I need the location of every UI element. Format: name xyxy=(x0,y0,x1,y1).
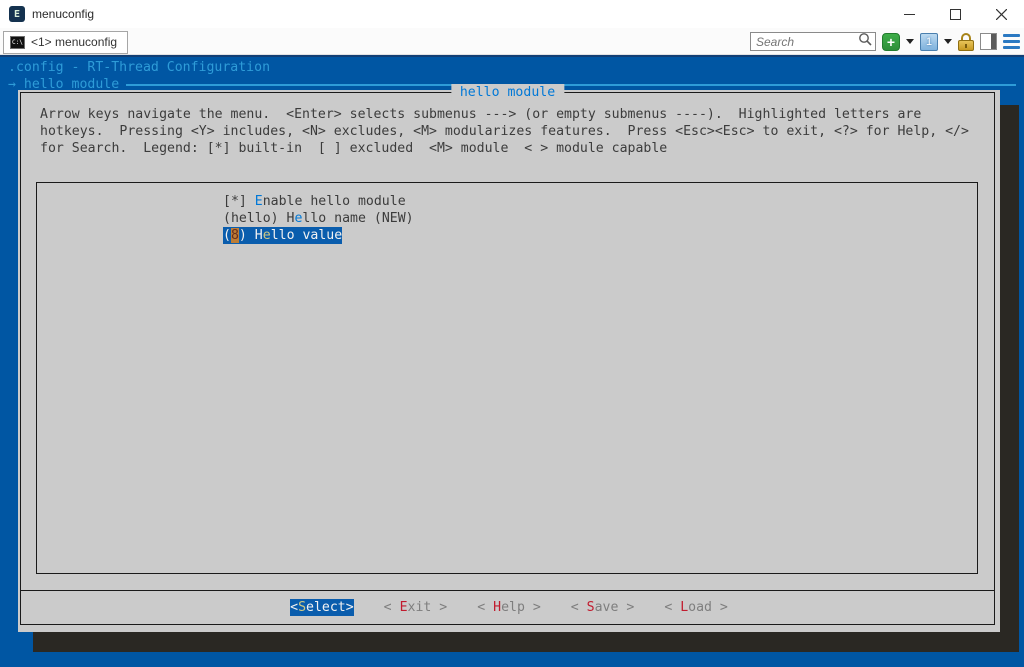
dialog-shadow xyxy=(33,632,1019,652)
chevron-down-icon xyxy=(944,39,952,44)
breadcrumb-rule xyxy=(126,84,1016,86)
item-prefix: [*] xyxy=(223,194,255,209)
window-controls xyxy=(886,0,1024,28)
instructions-line: Arrow keys navigate the menu. <Enter> se… xyxy=(40,106,969,123)
dialog-title: hello module xyxy=(451,84,564,101)
new-console-button[interactable]: + xyxy=(882,32,900,52)
item-text: llo value xyxy=(271,228,342,243)
item-text: nable hello module xyxy=(263,194,406,209)
window-titlebar: E menuconfig xyxy=(0,0,1024,28)
dialog-instructions: Arrow keys navigate the menu. <Enter> se… xyxy=(40,106,969,157)
lock-icon xyxy=(958,33,974,51)
menuconfig-dialog: hello module Arrow keys navigate the men… xyxy=(18,90,1000,632)
item-text: ) H xyxy=(239,228,263,243)
maximize-icon xyxy=(950,9,961,20)
close-button[interactable] xyxy=(978,0,1024,28)
item-text: llo name (NEW) xyxy=(302,211,413,226)
dialog-buttons: <Select> < Exit > < Help > < Save > < Lo… xyxy=(18,599,1000,616)
item-prefix: (hello) H xyxy=(223,211,294,226)
active-console-button[interactable]: 1 xyxy=(920,32,938,52)
help-button[interactable]: < Help > xyxy=(477,599,541,616)
button-separator xyxy=(21,590,994,591)
minimize-icon xyxy=(904,9,915,20)
kconfig-header: .config - RT-Thread Configuration xyxy=(8,59,270,76)
view-panes-button[interactable] xyxy=(980,32,997,52)
tab-menuconfig[interactable]: C:\ <1> menuconfig xyxy=(3,31,128,54)
cmd-console-icon: C:\ xyxy=(10,36,25,49)
lock-button[interactable] xyxy=(958,32,974,52)
load-button[interactable]: < Load > xyxy=(664,599,728,616)
menu-list: [*] Enable hello module (hello) Hello na… xyxy=(36,182,978,574)
dialog-shadow xyxy=(1000,105,1019,652)
item-hotkey: E xyxy=(255,194,263,209)
hamburger-icon xyxy=(1003,34,1020,49)
menu-item-hello-value[interactable]: (8) Hello value xyxy=(223,227,342,244)
menu-item-hello-name[interactable]: (hello) Hello name (NEW) xyxy=(223,210,414,227)
window-title: menuconfig xyxy=(32,7,94,21)
plus-icon: + xyxy=(882,33,900,51)
save-button[interactable]: < Save > xyxy=(571,599,635,616)
terminal-area: .config - RT-Thread Configuration → hell… xyxy=(0,55,1024,667)
new-console-dropdown[interactable] xyxy=(906,32,914,52)
search-input[interactable] xyxy=(756,35,858,49)
tab-label: <1> menuconfig xyxy=(31,35,117,49)
instructions-line: for Search. Legend: [*] built-in [ ] exc… xyxy=(40,140,969,157)
minimize-button[interactable] xyxy=(886,0,932,28)
chevron-down-icon xyxy=(906,39,914,44)
magnifier-icon xyxy=(858,32,872,51)
maximize-button[interactable] xyxy=(932,0,978,28)
item-hotkey: e xyxy=(263,228,271,243)
select-button[interactable]: <Select> xyxy=(290,599,354,616)
console-number-icon: 1 xyxy=(920,33,938,51)
close-icon xyxy=(996,9,1007,20)
panel-icon xyxy=(980,33,997,50)
main-menu-button[interactable] xyxy=(1003,32,1020,52)
console-list-dropdown[interactable] xyxy=(944,32,952,52)
app-icon: E xyxy=(9,6,25,22)
search-box[interactable] xyxy=(750,32,876,51)
item-prefix: ( xyxy=(223,228,231,243)
instructions-line: hotkeys. Pressing <Y> includes, <N> excl… xyxy=(40,123,969,140)
tab-bar: C:\ <1> menuconfig + 1 xyxy=(0,28,1024,55)
text-cursor: 8 xyxy=(231,228,239,243)
menu-item-enable-hello-module[interactable]: [*] Enable hello module xyxy=(223,193,406,210)
exit-button[interactable]: < Exit > xyxy=(384,599,448,616)
